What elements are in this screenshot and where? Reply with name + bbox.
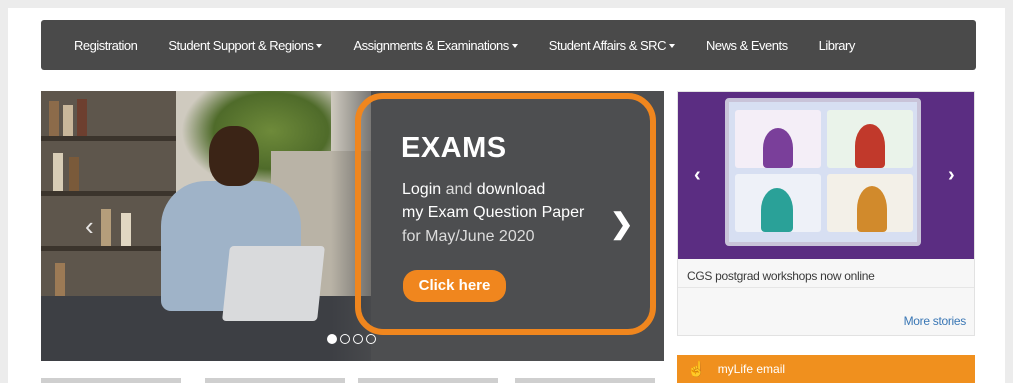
chevron-right-icon[interactable]: ❯: [610, 207, 633, 240]
carousel-dot-3[interactable]: [353, 334, 363, 344]
exam-and-word: and: [441, 181, 477, 198]
participant-figure: [763, 128, 793, 168]
news-image-video-call[interactable]: ‹ ›: [678, 92, 974, 259]
carousel-dot-2[interactable]: [340, 334, 350, 344]
nav-news-events[interactable]: News & Events: [706, 38, 788, 53]
nav-registration[interactable]: Registration: [74, 37, 138, 53]
exam-login-word: Login: [402, 181, 442, 198]
click-here-button[interactable]: Click here: [403, 270, 506, 302]
participant-figure: [855, 124, 885, 168]
exam-line-date: for May/June 2020: [402, 228, 535, 245]
person-head-illustration: [209, 126, 259, 186]
participant-figure: [857, 186, 887, 232]
news-card: ‹ › CGS postgrad workshops now online Mo…: [677, 91, 975, 336]
main-navbar: Registration Student Support & Regions A…: [41, 20, 976, 70]
nav-assignments-examinations[interactable]: Assignments & Examinations: [353, 37, 518, 53]
nav-registration-label: Registration: [74, 37, 138, 53]
nav-student-affairs-label: Student Affairs & SRC: [548, 37, 667, 53]
nav-assignments-label: Assignments & Examinations: [353, 37, 509, 53]
laptop-illustration: [222, 246, 325, 321]
nav-student-support[interactable]: Student Support & Regions: [168, 37, 323, 53]
exam-download-word: download: [476, 181, 546, 198]
chevron-left-icon[interactable]: ‹: [694, 164, 701, 187]
exam-line-paper: my Exam Question Paper: [402, 204, 585, 221]
nav-student-affairs[interactable]: Student Affairs & SRC: [549, 38, 675, 53]
carousel-dot-1[interactable]: [327, 334, 337, 344]
more-stories-link[interactable]: More stories: [904, 314, 967, 328]
bottom-tab-3[interactable]: [358, 378, 498, 383]
participant-figure: [761, 188, 793, 232]
caret-down-icon: [316, 44, 323, 49]
chevron-left-icon[interactable]: ‹: [85, 211, 94, 242]
news-caption[interactable]: CGS postgrad workshops now online: [687, 269, 875, 283]
nav-student-support-label: Student Support & Regions: [168, 37, 314, 53]
mylife-email-label: myLife email: [717, 362, 786, 376]
pointing-hand-icon: ☝: [687, 361, 706, 378]
monitor-illustration: [725, 98, 921, 246]
carousel-dots: [327, 334, 379, 344]
bottom-tab-1[interactable]: [41, 378, 181, 383]
chevron-right-icon[interactable]: ›: [948, 164, 955, 187]
carousel-dot-4[interactable]: [366, 334, 376, 344]
caret-down-icon: [511, 44, 518, 49]
bottom-tab-2[interactable]: [205, 378, 345, 383]
news-divider: [678, 287, 974, 288]
mylife-email-button[interactable]: ☝ myLife email: [677, 355, 975, 383]
nav-news-events-label: News & Events: [705, 37, 788, 53]
exam-title: EXAMS: [401, 132, 507, 164]
caret-down-icon: [668, 44, 675, 49]
nav-library-label: Library: [818, 37, 856, 53]
bottom-tab-4[interactable]: [515, 378, 655, 383]
hero-photo-student-with-laptop: ‹: [41, 91, 371, 361]
exam-line-login: Login and download: [402, 181, 545, 199]
page: Registration Student Support & Regions A…: [0, 0, 1013, 383]
nav-library[interactable]: Library: [818, 37, 856, 53]
